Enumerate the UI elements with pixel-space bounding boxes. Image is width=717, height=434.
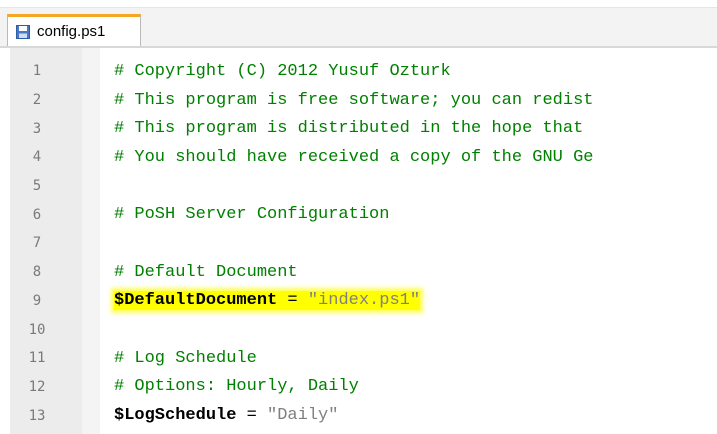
code-line[interactable]: 6 # PoSH Server Configuration [0, 200, 717, 229]
code-line[interactable]: 10 [0, 315, 717, 344]
line-number: 4 [32, 149, 42, 166]
line-number: 11 [28, 350, 46, 367]
code-lines: 1 # Copyright (C) 2012 Yusuf Ozturk 2 # … [0, 57, 717, 430]
code-line-highlighted[interactable]: 9 $DefaultDocument = "index.ps1" [0, 287, 717, 316]
code-line[interactable]: 13 $LogSchedule = "Daily" [0, 401, 717, 430]
code-line[interactable]: 7 [0, 229, 717, 258]
code-line[interactable]: 8 # Default Document [0, 258, 717, 287]
comment-text: # Default Document [114, 262, 298, 282]
code-line[interactable]: 3 # This program is distributed in the h… [0, 114, 717, 143]
string-value: "Daily" [267, 406, 339, 426]
code-line[interactable]: 2 # This program is free software; you c… [0, 86, 717, 115]
assignment-statement: $LogSchedule = "Daily" [114, 406, 338, 425]
line-number: 12 [28, 378, 46, 395]
variable-name: $LogSchedule [114, 406, 237, 426]
comment-text: # This program is free software; you can… [114, 90, 594, 110]
code-line[interactable]: 5 [0, 172, 717, 201]
comment-text: # Options: Hourly, Daily [114, 377, 359, 397]
line-number: 10 [28, 321, 46, 338]
tab-config-ps1[interactable]: config.ps1 [7, 14, 141, 46]
string-value: "index.ps1" [307, 291, 421, 311]
code-line[interactable]: 12 # Options: Hourly, Daily [0, 373, 717, 402]
assignment-operator: = [277, 291, 308, 311]
code-line[interactable]: 1 # Copyright (C) 2012 Yusuf Ozturk [0, 57, 717, 86]
line-number: 3 [32, 120, 42, 137]
comment-text: # PoSH Server Configuration [114, 205, 390, 225]
variable-name: $DefaultDocument [114, 291, 278, 311]
highlighted-assignment: $DefaultDocument = "index.ps1" [114, 291, 421, 311]
code-editor[interactable]: 1 # Copyright (C) 2012 Yusuf Ozturk 2 # … [0, 48, 717, 434]
line-number: 6 [32, 206, 42, 223]
tab-bar: config.ps1 [0, 0, 717, 49]
line-number: 9 [32, 292, 42, 309]
line-number: 13 [28, 407, 46, 424]
line-number: 1 [32, 63, 42, 80]
tab-label: config.ps1 [37, 23, 106, 40]
line-number: 8 [32, 264, 42, 281]
code-line[interactable]: 4 # You should have received a copy of t… [0, 143, 717, 172]
line-number: 7 [32, 235, 42, 252]
comment-text: # Copyright (C) 2012 Yusuf Ozturk [114, 61, 451, 81]
assignment-operator: = [236, 406, 268, 426]
comment-text: # Log Schedule [114, 348, 257, 368]
code-line[interactable]: 11 # Log Schedule [0, 344, 717, 373]
line-number: 5 [32, 178, 42, 195]
save-icon [16, 24, 30, 39]
comment-text: # This program is distributed in the hop… [114, 119, 584, 139]
comment-text: # You should have received a copy of the… [114, 147, 594, 167]
line-number: 2 [32, 92, 42, 109]
